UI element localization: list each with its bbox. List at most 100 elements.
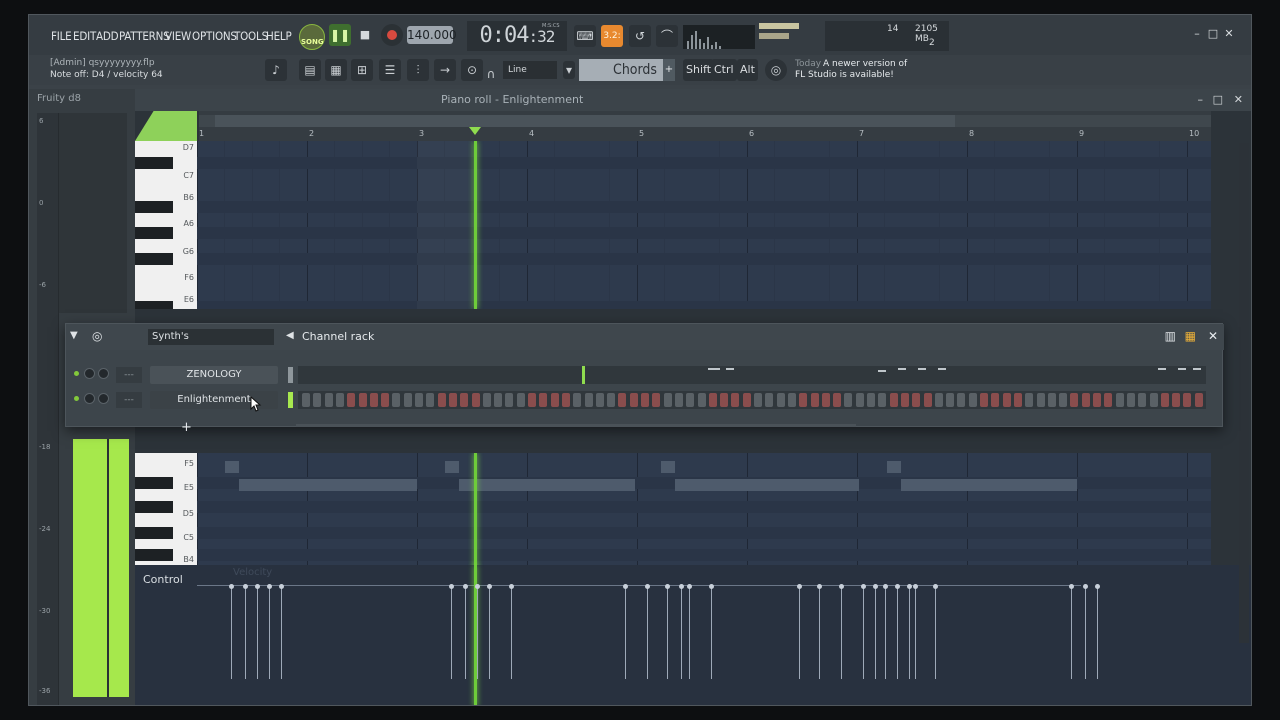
step-button[interactable]: [392, 393, 401, 407]
snap-select[interactable]: Line: [503, 61, 557, 79]
volume-knob[interactable]: [98, 368, 109, 379]
menu-file[interactable]: FILE: [51, 29, 72, 43]
step-button[interactable]: [708, 393, 717, 407]
playhead[interactable]: [474, 453, 477, 577]
step-button[interactable]: [584, 393, 593, 407]
velocity-bar[interactable]: [463, 584, 468, 679]
step-button[interactable]: [1036, 393, 1045, 407]
menu-tools[interactable]: TOOLS: [234, 29, 268, 43]
step-button[interactable]: [1149, 393, 1158, 407]
velocity-bar[interactable]: [279, 584, 284, 679]
step-button[interactable]: [595, 393, 604, 407]
step-button[interactable]: [381, 393, 390, 407]
step-button[interactable]: [302, 393, 310, 407]
channel-row-zenology[interactable]: --- ZENOLOGY: [66, 364, 1224, 386]
velocity-bar[interactable]: [665, 584, 670, 679]
magnet-icon[interactable]: ∩: [485, 63, 497, 81]
step-button[interactable]: [652, 393, 661, 407]
step-button[interactable]: [539, 393, 548, 407]
timeline[interactable]: 1 2 3 4 5 6 7 8 9 10: [199, 111, 1211, 141]
step-button[interactable]: [1081, 393, 1090, 407]
note-grid-lower[interactable]: [197, 453, 1211, 577]
step-button[interactable]: [347, 393, 356, 407]
piano-icon[interactable]: ♪: [265, 59, 287, 81]
step-button[interactable]: [968, 393, 977, 407]
channel-select[interactable]: [288, 367, 293, 383]
volume-knob[interactable]: [98, 393, 109, 404]
step-button[interactable]: [1138, 393, 1147, 407]
swing-knob-icon[interactable]: ◎: [92, 329, 102, 343]
step-button[interactable]: [607, 393, 616, 407]
step-button[interactable]: [448, 393, 457, 407]
mixer-track-select[interactable]: ---: [116, 367, 142, 383]
master-pitch-level[interactable]: [759, 33, 789, 39]
step-sequencer[interactable]: [298, 391, 1206, 409]
step-button[interactable]: [686, 393, 695, 407]
step-button[interactable]: [516, 393, 525, 407]
channel-rack-header[interactable]: ▼ ◎ Synth's ◀ Channel rack ▥ ▦ ✕: [66, 324, 1224, 350]
lower-keyboard[interactable]: F5 E5 D5 C5 B4: [135, 453, 197, 565]
step-button[interactable]: [946, 393, 955, 407]
horizontal-scrollbar[interactable]: [296, 424, 856, 427]
step-button[interactable]: [505, 393, 514, 407]
tempo-display[interactable]: 140.000: [407, 26, 457, 44]
vertical-scrollbar[interactable]: [1239, 143, 1249, 643]
channel-select[interactable]: [288, 392, 293, 408]
note[interactable]: [225, 461, 239, 473]
black-key[interactable]: [135, 227, 173, 239]
step-button[interactable]: [878, 393, 887, 407]
velocity-bar[interactable]: [933, 584, 938, 679]
step-button[interactable]: [855, 393, 864, 407]
metronome-icon[interactable]: ⌒: [656, 25, 678, 47]
menu-arrow-icon[interactable]: ▼: [70, 330, 78, 341]
step-button[interactable]: [369, 393, 378, 407]
step-button[interactable]: [1160, 393, 1169, 407]
shift-key[interactable]: Shift: [683, 59, 715, 81]
velocity-bar[interactable]: [487, 584, 492, 679]
black-key[interactable]: [135, 477, 173, 489]
menu-edit[interactable]: EDIT: [73, 29, 96, 43]
step-button[interactable]: [415, 393, 423, 407]
wait-input-icon[interactable]: ↺: [629, 25, 651, 47]
control-dropdown[interactable]: Control: [143, 573, 183, 586]
step-button[interactable]: [980, 393, 988, 407]
velocity-bar[interactable]: [797, 584, 802, 679]
note[interactable]: [459, 479, 635, 491]
velocity-bar[interactable]: [913, 584, 918, 679]
step-button[interactable]: [1194, 393, 1203, 407]
step-button[interactable]: [324, 393, 333, 407]
step-button[interactable]: [957, 393, 966, 407]
note[interactable]: [661, 461, 675, 473]
mixer-track-select[interactable]: ---: [116, 392, 142, 408]
browser-title[interactable]: Fruity d8: [37, 93, 81, 104]
pan-knob[interactable]: [84, 393, 95, 404]
step-button[interactable]: [1172, 393, 1181, 407]
alt-key[interactable]: Alt: [737, 59, 758, 81]
playlist-icon[interactable]: ▤: [299, 59, 321, 81]
close-icon[interactable]: ✕: [1221, 27, 1237, 40]
step-button[interactable]: [1183, 393, 1192, 407]
step-button[interactable]: [618, 393, 627, 407]
piano-roll-titlebar[interactable]: Piano roll - Enlightenment – □ ✕: [135, 89, 1251, 111]
velocity-bar[interactable]: [623, 584, 628, 679]
step-button[interactable]: [494, 393, 503, 407]
step-button[interactable]: [765, 393, 774, 407]
velocity-bar[interactable]: [1083, 584, 1088, 679]
step-button[interactable]: [561, 393, 570, 407]
pause-button[interactable]: ❚❚: [329, 24, 351, 46]
step-button[interactable]: [358, 393, 367, 407]
velocity-bar[interactable]: [229, 584, 234, 679]
velocity-bar[interactable]: [255, 584, 260, 679]
note[interactable]: [901, 479, 1077, 491]
step-button[interactable]: [335, 393, 344, 407]
step-button[interactable]: [1025, 393, 1034, 407]
step-button[interactable]: [799, 393, 808, 407]
master-volume-level[interactable]: [759, 23, 799, 29]
playhead[interactable]: [474, 141, 477, 309]
playhead-marker-icon[interactable]: [469, 127, 481, 135]
step-button[interactable]: [482, 393, 491, 407]
step-button[interactable]: [754, 393, 762, 407]
black-key[interactable]: [135, 201, 173, 213]
stop-button[interactable]: ■: [355, 24, 375, 46]
mute-led[interactable]: [74, 371, 79, 376]
